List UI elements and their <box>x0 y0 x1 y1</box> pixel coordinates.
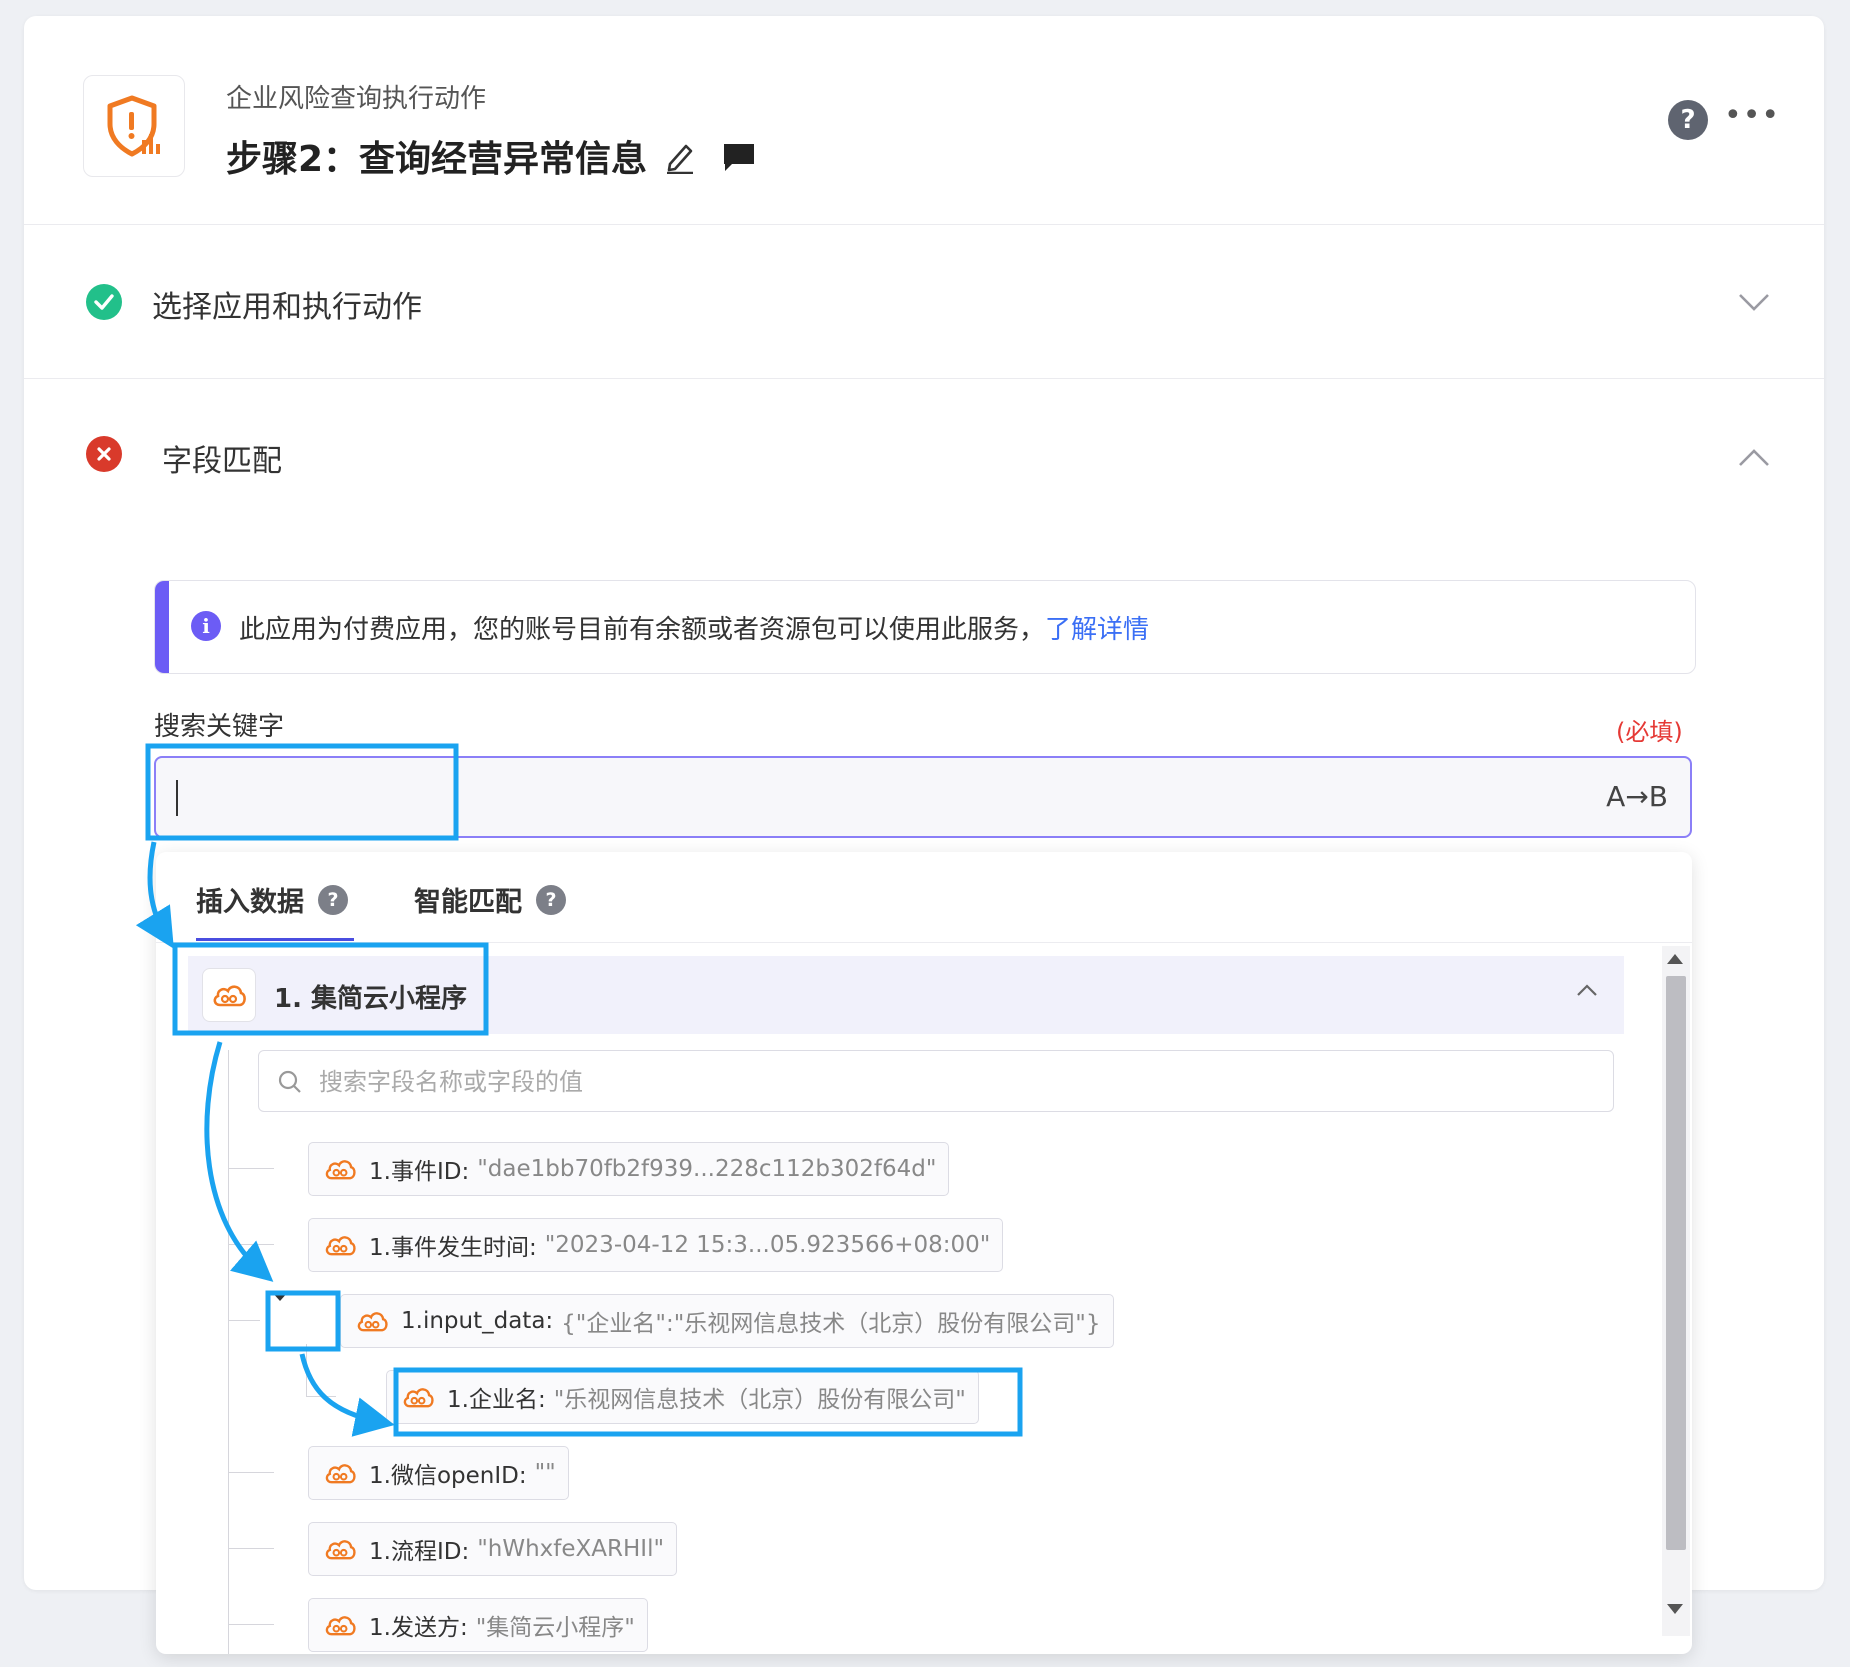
help-icon[interactable]: ? <box>318 884 348 915</box>
chevron-up-icon[interactable] <box>1738 448 1770 472</box>
caret-down-icon[interactable] <box>268 1288 292 1304</box>
transform-icon[interactable]: A→B <box>1606 780 1668 813</box>
cloud-icon <box>325 1540 356 1560</box>
field-name: 1.发送方: <box>369 1615 468 1641</box>
field-name: 1.微信openID: <box>369 1463 527 1489</box>
field-value: "2023-04-12 15:3...05.923566+08:00" <box>544 1232 991 1258</box>
field-chip-company-name[interactable]: 1.企业名: "乐视网信息技术（北京）股份有限公司" <box>386 1370 979 1424</box>
tree-branch <box>228 1244 274 1245</box>
scroll-up-arrow-icon[interactable] <box>1667 954 1683 964</box>
edit-icon[interactable] <box>664 140 696 178</box>
more-icon[interactable]: ••• <box>1724 98 1780 133</box>
scroll-down-arrow-icon[interactable] <box>1667 1604 1683 1614</box>
tree-line <box>228 1050 229 1654</box>
field-name: 1.流程ID: <box>369 1539 470 1565</box>
tab-insert-data-label: 插入数据 <box>196 887 304 918</box>
notice-message: 此应用为付费应用，您的账号目前有余额或者资源包可以使用此服务， <box>239 615 1046 645</box>
comment-icon[interactable] <box>722 142 756 176</box>
cloud-icon <box>325 1160 356 1180</box>
cloud-icon <box>325 1616 356 1636</box>
field-chip-event-time[interactable]: 1.事件发生时间: "2023-04-12 15:3...05.923566+0… <box>308 1218 1004 1272</box>
section-select-app-label[interactable]: 选择应用和执行动作 <box>152 282 422 326</box>
field-value: "集简云小程序" <box>475 1615 635 1641</box>
active-tab-indicator <box>196 938 354 941</box>
scrollbar-thumb[interactable] <box>1666 976 1686 1550</box>
cloud-icon <box>325 1464 356 1484</box>
header-divider <box>24 224 1824 225</box>
paid-app-notice: i 此应用为付费应用，您的账号目前有余额或者资源包可以使用此服务，了解详情 <box>154 580 1696 674</box>
tree-branch <box>228 1320 260 1321</box>
text-caret <box>176 780 178 816</box>
insert-data-dropdown: 插入数据 ? 智能匹配 ? 1. 集简云小程序 1.事件ID: "dae1bb7… <box>156 852 1692 1654</box>
field-value: "乐视网信息技术（北京）股份有限公司" <box>553 1387 966 1413</box>
field-search-input[interactable] <box>317 1061 1521 1103</box>
chevron-down-icon[interactable] <box>1738 292 1770 316</box>
field-value: "dae1bb70fb2f939...228c112b302f64d" <box>477 1156 937 1182</box>
action-subtitle: 企业风险查询执行动作 <box>226 84 487 114</box>
cloud-icon <box>403 1388 434 1408</box>
field-name: 1.企业名: <box>447 1387 546 1413</box>
field-chip-flow-id[interactable]: 1.流程ID: "hWhxfeXARHIl" <box>308 1522 678 1576</box>
section-divider <box>24 378 1824 379</box>
tab-smart-match-label: 智能匹配 <box>414 887 522 918</box>
tree-branch <box>228 1472 274 1473</box>
error-icon <box>86 436 122 472</box>
field-name: 1.事件ID: <box>369 1159 470 1185</box>
expand-toggle[interactable] <box>268 1288 292 1308</box>
help-icon[interactable]: ? <box>1668 100 1708 140</box>
notice-accent-bar <box>155 581 169 673</box>
search-icon <box>277 1069 303 1099</box>
app-row-jijianyun[interactable]: 1. 集简云小程序 <box>188 956 1624 1034</box>
field-chip-wechat-openid[interactable]: 1.微信openID: "" <box>308 1446 569 1500</box>
field-name: 1.input_data: <box>401 1308 554 1334</box>
field-value: "" <box>534 1460 556 1486</box>
keyword-input[interactable]: A→B <box>154 756 1692 838</box>
app-row-label: 1. 集简云小程序 <box>274 984 468 1014</box>
success-check-icon <box>86 284 122 320</box>
field-value: {"企业名":"乐视网信息技术（北京）股份有限公司"} <box>561 1311 1101 1337</box>
app-logo <box>83 75 185 177</box>
cloud-icon <box>325 1236 356 1256</box>
field-chip-input-data[interactable]: 1.input_data: {"企业名":"乐视网信息技术（北京）股份有限公司"… <box>340 1294 1114 1348</box>
cloud-icon <box>357 1312 388 1332</box>
learn-more-link[interactable]: 了解详情 <box>1045 615 1149 645</box>
tabs-divider <box>156 942 1692 943</box>
field-value: "hWhxfeXARHIl" <box>477 1536 665 1562</box>
step-title: 步骤2：查询经营异常信息 <box>226 139 648 180</box>
required-marker: (必填) <box>1616 718 1683 746</box>
keyword-field-label: 搜索关键字 <box>154 712 285 742</box>
notice-text: 此应用为付费应用，您的账号目前有余额或者资源包可以使用此服务，了解详情 <box>239 609 1149 646</box>
field-search-box <box>258 1050 1614 1112</box>
tree-branch <box>306 1396 336 1397</box>
tab-insert-data[interactable]: 插入数据 ? <box>196 880 348 919</box>
tree-branch <box>228 1168 274 1169</box>
tree-line <box>306 1344 307 1396</box>
chevron-up-icon[interactable] <box>1576 982 1598 1001</box>
cloud-icon <box>202 968 256 1022</box>
help-icon[interactable]: ? <box>536 884 566 915</box>
field-chip-event-id[interactable]: 1.事件ID: "dae1bb70fb2f939...228c112b302f6… <box>308 1142 950 1196</box>
field-chip-sender[interactable]: 1.发送方: "集简云小程序" <box>308 1598 648 1652</box>
section-field-mapping-label[interactable]: 字段匹配 <box>162 436 282 480</box>
info-icon: i <box>191 611 221 641</box>
tab-smart-match[interactable]: 智能匹配 ? <box>414 880 566 919</box>
field-name: 1.事件发生时间: <box>369 1235 537 1261</box>
tree-branch <box>228 1624 274 1625</box>
tree-branch <box>228 1548 274 1549</box>
